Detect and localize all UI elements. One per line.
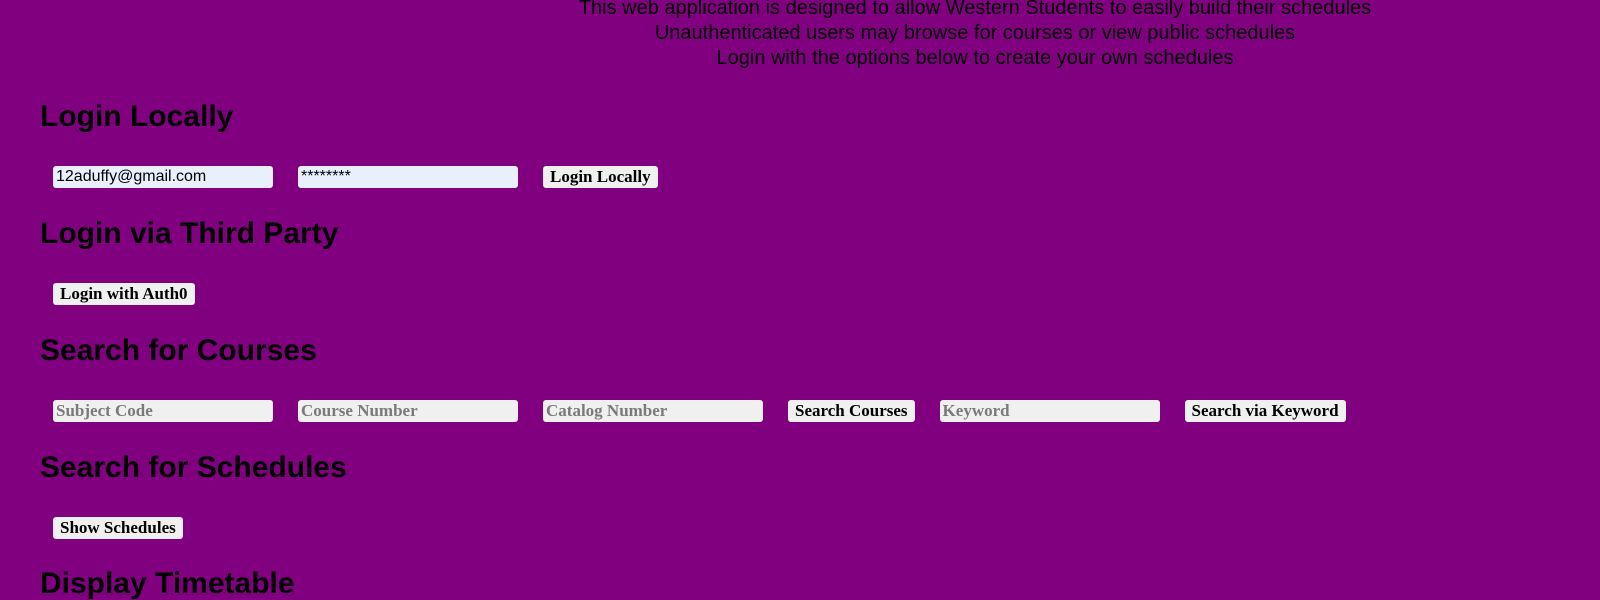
- catalog-number-input[interactable]: [543, 400, 763, 422]
- search-schedules-row: Show Schedules: [53, 517, 208, 539]
- search-courses-heading: Search for Courses: [40, 334, 317, 367]
- keyword-input[interactable]: [939, 400, 1160, 422]
- email-field[interactable]: [53, 166, 273, 188]
- show-schedules-button[interactable]: Show Schedules: [53, 517, 183, 539]
- password-field[interactable]: [298, 166, 518, 188]
- search-courses-row: Search Courses Search via Keyword: [53, 400, 1371, 422]
- search-keyword-button[interactable]: Search via Keyword: [1184, 400, 1346, 422]
- login-local-row: Login Locally: [53, 166, 683, 188]
- intro-line-1: This web application is designed to allo…: [578, 0, 1372, 19]
- search-schedules-heading: Search for Schedules: [40, 451, 347, 484]
- display-timetable-heading: Display Timetable: [40, 567, 295, 600]
- login-locally-button[interactable]: Login Locally: [543, 166, 658, 188]
- subject-code-input[interactable]: [53, 400, 273, 422]
- login-local-heading: Login Locally: [40, 100, 234, 133]
- login-third-party-row: Login with Auth0: [53, 283, 220, 305]
- intro-line-2: Unauthenticated users may browse for cou…: [654, 22, 1296, 44]
- login-auth0-button[interactable]: Login with Auth0: [53, 283, 195, 305]
- intro-text: This web application is designed to allo…: [0, 0, 1600, 71]
- intro-line-3: Login with the options below to create y…: [716, 47, 1234, 69]
- course-number-input[interactable]: [298, 400, 518, 422]
- page: This web application is designed to allo…: [0, 0, 1600, 600]
- login-third-party-heading: Login via Third Party: [40, 217, 339, 250]
- search-courses-button[interactable]: Search Courses: [788, 400, 915, 422]
